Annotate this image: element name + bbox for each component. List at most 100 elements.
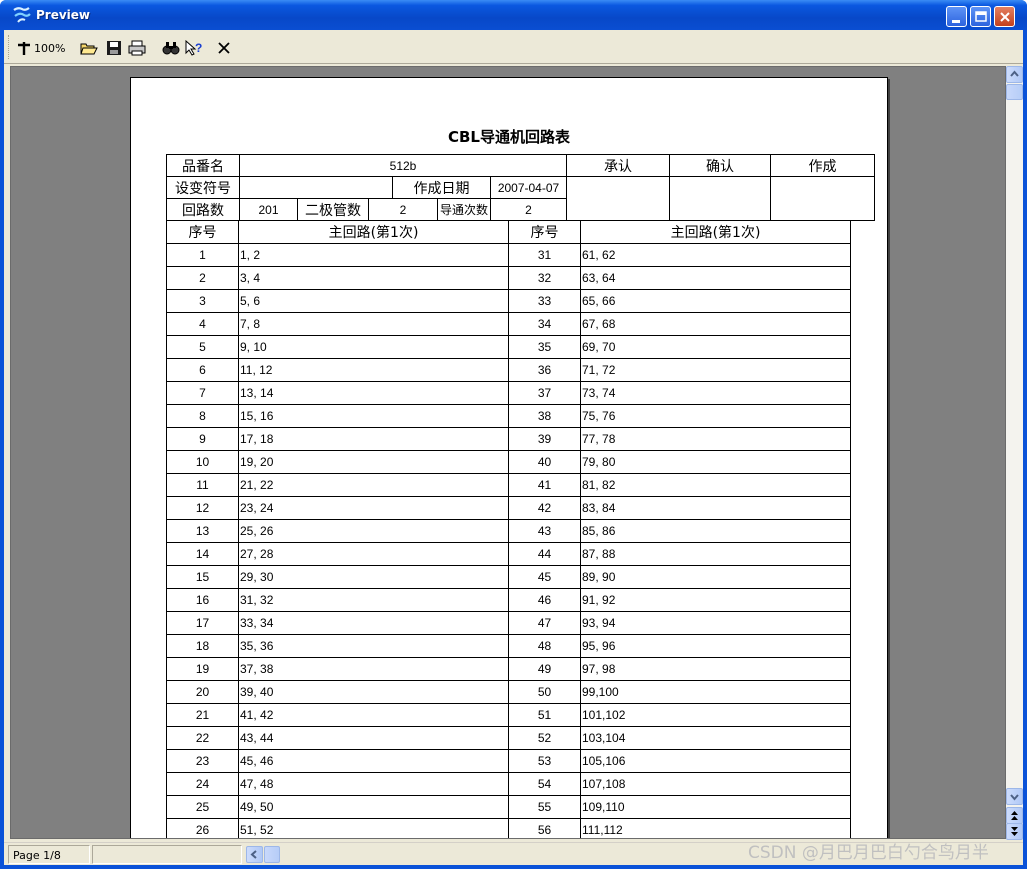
maximize-icon [975, 11, 987, 22]
toolbar-grip[interactable] [8, 35, 11, 59]
toolbar: 100% ? [4, 30, 1023, 64]
change-value [239, 176, 393, 199]
row-seq-left: 4 [166, 312, 239, 336]
table-row: 17 33, 34 47 93, 94 [166, 611, 851, 635]
row-circuit-right: 69, 70 [580, 335, 851, 359]
close-preview-button[interactable] [216, 38, 232, 58]
watermark: CSDN @月巴月巴白勺合鸟月半 [748, 843, 989, 863]
row-circuit-right: 73, 74 [580, 381, 851, 405]
row-circuit-left: 3, 4 [238, 266, 509, 290]
row-circuit-left: 47, 48 [238, 772, 509, 796]
row-circuit-left: 21, 22 [238, 473, 509, 497]
next-page-button[interactable] [1006, 823, 1023, 840]
row-seq-right: 41 [508, 473, 581, 497]
table-row: 16 31, 32 46 91, 92 [166, 588, 851, 612]
app-logo-icon [13, 7, 31, 23]
row-circuit-right: 105,106 [580, 749, 851, 773]
save-button[interactable] [106, 38, 122, 58]
document-page: CBL导通机回路表 品番名 512b 承认 确认 作成 设变符号 作成日期 20… [130, 77, 888, 838]
maximize-button[interactable] [970, 6, 991, 27]
scroll-left-button[interactable] [246, 846, 263, 863]
scroll-down-button[interactable] [1006, 788, 1023, 805]
table-row: 21 41, 42 51 101,102 [166, 703, 851, 727]
arrow-up-icon [1010, 70, 1019, 77]
row-seq-left: 17 [166, 611, 239, 635]
date-value: 2007-04-07 [490, 176, 568, 199]
row-seq-left: 11 [166, 473, 239, 497]
row-circuit-right: 79, 80 [580, 450, 851, 474]
table-header-row: 序号 主回路(第1次) 序号 主回路(第1次) [166, 220, 851, 244]
zoom-button[interactable]: 100% [16, 38, 65, 58]
table-row: 11 21, 22 41 81, 82 [166, 473, 851, 497]
row-circuit-left: 19, 20 [238, 450, 509, 474]
close-icon [218, 42, 230, 54]
print-button[interactable] [128, 38, 146, 58]
help-button[interactable]: ? [184, 38, 204, 58]
row-seq-right: 33 [508, 289, 581, 313]
document-title: CBL导通机回路表 [447, 128, 570, 146]
product-label: 品番名 [166, 154, 240, 177]
change-label: 设变符号 [166, 176, 240, 199]
prev-page-button[interactable] [1006, 807, 1023, 824]
row-seq-left: 13 [166, 519, 239, 543]
row-circuit-left: 43, 44 [238, 726, 509, 750]
row-seq-right: 52 [508, 726, 581, 750]
row-circuit-left: 51, 52 [238, 818, 509, 838]
row-circuit-right: 97, 98 [580, 657, 851, 681]
scroll-up-button[interactable] [1006, 66, 1023, 83]
minimize-button[interactable] [946, 6, 967, 27]
table-row: 7 13, 14 37 73, 74 [166, 381, 851, 405]
page-up-icon [1011, 811, 1018, 820]
window-title: Preview [36, 8, 91, 22]
row-seq-right: 40 [508, 450, 581, 474]
preview-viewport[interactable]: CBL导通机回路表 品番名 512b 承认 确认 作成 设变符号 作成日期 20… [10, 66, 1006, 839]
row-circuit-right: 103,104 [580, 726, 851, 750]
find-button[interactable] [162, 38, 180, 58]
row-seq-left: 24 [166, 772, 239, 796]
row-circuit-left: 29, 30 [238, 565, 509, 589]
table-row: 8 15, 16 38 75, 76 [166, 404, 851, 428]
row-seq-left: 3 [166, 289, 239, 313]
open-folder-icon [80, 43, 98, 55]
conduction-label: 导通次数 [436, 198, 492, 221]
client-area: 100% ? CBL导通机回路表 品番名 512b 承认 确认 作成 设变符号 … [4, 30, 1023, 865]
table-row: 22 43, 44 52 103,104 [166, 726, 851, 750]
horizontal-scroll-thumb[interactable] [264, 846, 280, 863]
row-circuit-right: 87, 88 [580, 542, 851, 566]
table-row: 24 47, 48 54 107,108 [166, 772, 851, 796]
row-seq-left: 18 [166, 634, 239, 658]
row-seq-left: 5 [166, 335, 239, 359]
row-seq-right: 55 [508, 795, 581, 819]
title-bar[interactable]: Preview [0, 0, 1027, 30]
table-row: 15 29, 30 45 89, 90 [166, 565, 851, 589]
magnify-icon [18, 42, 30, 55]
open-button[interactable] [80, 38, 98, 58]
circuits-value: 201 [239, 198, 298, 221]
diodes-label: 二极管数 [297, 198, 369, 221]
close-window-button[interactable] [994, 6, 1015, 27]
save-icon [107, 41, 121, 55]
table-row: 25 49, 50 55 109,110 [166, 795, 851, 819]
row-circuit-left: 35, 36 [238, 634, 509, 658]
vertical-scrollbar[interactable] [1006, 66, 1023, 840]
row-circuit-right: 77, 78 [580, 427, 851, 451]
print-icon [128, 40, 146, 56]
row-circuit-right: 99,100 [580, 680, 851, 704]
row-circuit-right: 91, 92 [580, 588, 851, 612]
row-seq-left: 10 [166, 450, 239, 474]
row-seq-right: 49 [508, 657, 581, 681]
row-circuit-left: 9, 10 [238, 335, 509, 359]
row-seq-left: 25 [166, 795, 239, 819]
row-circuit-left: 17, 18 [238, 427, 509, 451]
conduction-value: 2 [490, 198, 568, 221]
confirm-sign-box [669, 176, 772, 221]
row-seq-left: 15 [166, 565, 239, 589]
row-circuit-left: 15, 16 [238, 404, 509, 428]
row-seq-left: 14 [166, 542, 239, 566]
row-seq-right: 36 [508, 358, 581, 382]
row-seq-left: 8 [166, 404, 239, 428]
row-circuit-right: 75, 76 [580, 404, 851, 428]
table-row: 23 45, 46 53 105,106 [166, 749, 851, 773]
table-row: 19 37, 38 49 97, 98 [166, 657, 851, 681]
scroll-thumb[interactable] [1006, 84, 1023, 100]
